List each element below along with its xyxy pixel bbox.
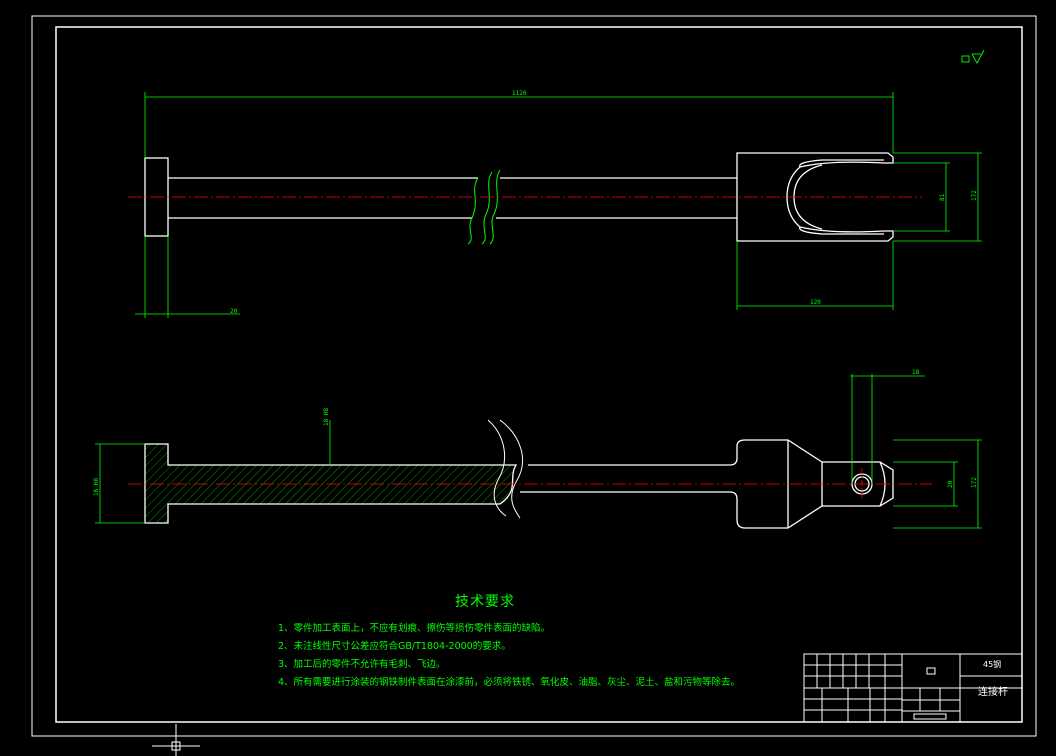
title-block-material: 45钢: [983, 660, 1002, 669]
dim-overall-length: 1120: [512, 90, 527, 97]
requirement-item-1: 1、零件加工表面上，不应有划痕、擦伤等损伤零件表面的缺陷。: [278, 623, 551, 634]
dim-bottom-slot: 20: [947, 480, 954, 488]
dim-fork-opening: 81: [939, 193, 946, 201]
dim-head-thickness: 20: [230, 308, 238, 315]
crosshair-icon: [152, 724, 200, 756]
roughness-symbol-icon: [961, 49, 985, 64]
sheet-inner-border: [55, 26, 1023, 723]
dim-shaft-dia: 18 H8: [323, 408, 330, 426]
dim-pin-hole: 18: [912, 369, 920, 376]
bottom-dimensions: [95, 374, 982, 529]
title-block-part-name: 连接杆: [978, 687, 1008, 698]
bottom-view: [144, 419, 894, 529]
dim-bottom-fork-height: 172: [971, 477, 978, 488]
requirement-item-2: 2、未注线性尺寸公差应符合GB/T1804-2000的要求。: [278, 641, 511, 652]
dim-fork-height: 172: [971, 190, 978, 201]
cad-drawing: 1120 20 120 81 172 16 H8 18 H8 18 20 172: [31, 15, 1037, 756]
dim-fork-length: 120: [810, 299, 821, 306]
technical-requirements-title: 技术要求: [455, 594, 515, 610]
requirement-item-3: 3、加工后的零件不允许有毛刺、飞边。: [278, 659, 446, 670]
top-view: [144, 152, 894, 245]
hatched-section: [144, 443, 518, 524]
requirement-item-4: 4、所有需要进行涂装的钢铁制件表面在涂漆前，必须将铁锈、氧化皮、油脂、灰尘、泥土…: [278, 677, 741, 688]
dim-head-dia: 16 H8: [93, 478, 100, 496]
top-dimensions: [135, 92, 982, 318]
